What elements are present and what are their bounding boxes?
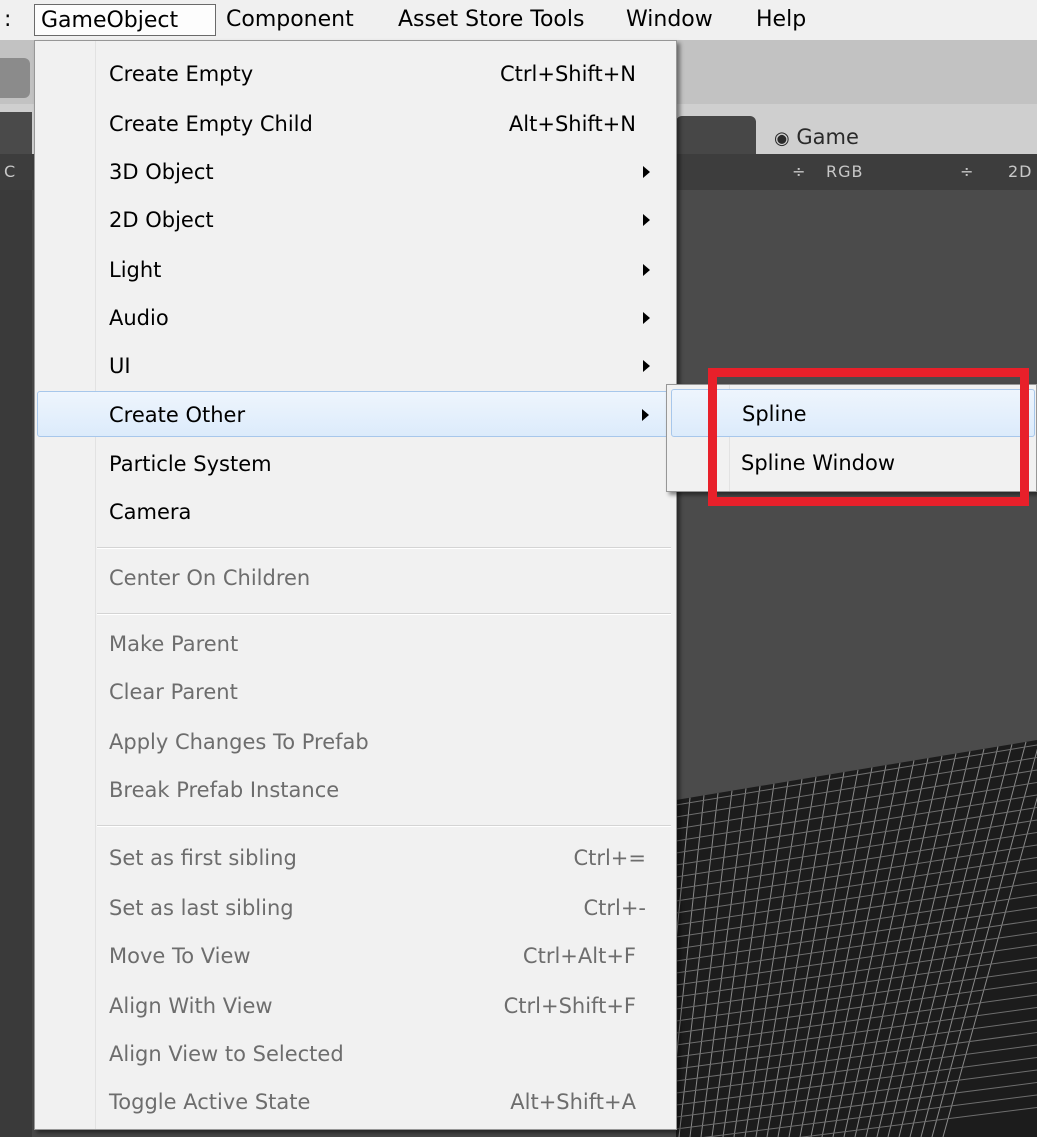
submenu-arrow-icon — [643, 360, 650, 372]
menu-item-label: Break Prefab Instance — [109, 778, 340, 802]
menu-item-set-last-sibling[interactable]: Set as last sibling Ctrl+- — [35, 885, 676, 931]
menu-item-label: Camera — [109, 500, 192, 524]
menu-item-label: Audio — [109, 306, 169, 330]
menu-item-make-parent[interactable]: Make Parent — [35, 621, 676, 667]
menubar-item-gameobject[interactable]: GameObject — [34, 4, 216, 36]
menubar-item-asset-store-tools[interactable]: Asset Store Tools — [398, 4, 584, 36]
menu-item-label: Toggle Active State — [109, 1090, 311, 1114]
menu-item-label: Create Other — [109, 403, 246, 427]
menu-item-label: Align With View — [109, 994, 273, 1018]
menu-item-create-empty[interactable]: Create Empty Ctrl+Shift+N — [35, 51, 676, 97]
menu-separator — [97, 547, 671, 549]
menu-item-shortcut: Alt+Shift+A — [510, 1090, 636, 1114]
submenu-arrow-icon — [643, 166, 650, 178]
menu-item-label: Particle System — [109, 452, 272, 476]
menu-item-shortcut: Alt+Shift+N — [508, 112, 636, 136]
menubar-item-component[interactable]: Component — [226, 4, 354, 36]
menu-item-apply-changes-to-prefab[interactable]: Apply Changes To Prefab — [35, 719, 676, 765]
menu-item-label: Clear Parent — [109, 680, 238, 704]
menu-item-3d-object[interactable]: 3D Object — [35, 149, 676, 195]
render-mode-rgb[interactable]: RGB — [826, 162, 864, 181]
tab-game[interactable]: ◉ Game — [756, 116, 1037, 154]
menu-item-light[interactable]: Light — [35, 247, 676, 293]
menu-item-create-empty-child[interactable]: Create Empty Child Alt+Shift+N — [35, 101, 676, 147]
hierarchy-panel — [0, 190, 32, 1137]
toggle-2d[interactable]: 2D — [1008, 162, 1033, 181]
menu-item-ui[interactable]: UI — [35, 343, 676, 389]
menu-item-camera[interactable]: Camera — [35, 489, 676, 535]
menu-item-clear-parent[interactable]: Clear Parent — [35, 669, 676, 715]
menu-item-label: Center On Children — [109, 566, 311, 590]
menu-item-label: 2D Object — [109, 208, 214, 232]
left-tab-letter: C — [4, 162, 17, 181]
spinner-icon: ÷ — [960, 162, 975, 181]
highlight-annotation-box — [708, 368, 1029, 506]
menu-item-label: Set as first sibling — [109, 846, 297, 870]
menu-bar: : GameObject Component Asset Store Tools… — [0, 0, 1037, 41]
menubar-item-window[interactable]: Window — [626, 4, 713, 36]
scene-viewport[interactable] — [676, 190, 1037, 1137]
submenu-arrow-icon — [642, 409, 649, 421]
scene-grid — [676, 740, 1037, 1137]
menu-separator — [97, 825, 671, 827]
toolbar-button[interactable] — [0, 58, 30, 98]
left-panel-tab[interactable] — [0, 112, 32, 154]
menu-item-label: Move To View — [109, 944, 251, 968]
menu-item-label: UI — [109, 354, 131, 378]
menu-item-shortcut: Ctrl+= — [573, 846, 646, 870]
menu-item-shortcut: Ctrl+- — [583, 896, 646, 920]
menu-item-label: Create Empty Child — [109, 112, 313, 136]
tab-game-label: Game — [796, 125, 859, 149]
menu-item-2d-object[interactable]: 2D Object — [35, 197, 676, 243]
menu-item-label: Apply Changes To Prefab — [109, 730, 369, 754]
menu-item-shortcut: Ctrl+Shift+F — [503, 994, 636, 1018]
gameobject-dropdown-menu: Create Empty Ctrl+Shift+N Create Empty C… — [34, 40, 677, 1130]
menu-item-audio[interactable]: Audio — [35, 295, 676, 341]
menu-item-label: Make Parent — [109, 632, 239, 656]
menu-item-center-on-children[interactable]: Center On Children — [35, 555, 676, 601]
menu-item-shortcut: Ctrl+Alt+F — [522, 944, 636, 968]
menu-item-align-view-to-selected[interactable]: Align View to Selected — [35, 1031, 676, 1077]
menu-item-align-with-view[interactable]: Align With View Ctrl+Shift+F — [35, 983, 676, 1029]
menu-item-move-to-view[interactable]: Move To View Ctrl+Alt+F — [35, 933, 676, 979]
menubar-item-help[interactable]: Help — [756, 4, 806, 36]
menu-item-label: Light — [109, 258, 162, 282]
menu-item-label: Set as last sibling — [109, 896, 294, 920]
menu-item-label: Align View to Selected — [109, 1042, 344, 1066]
submenu-arrow-icon — [643, 312, 650, 324]
submenu-arrow-icon — [643, 214, 650, 226]
menu-separator — [97, 613, 671, 615]
menu-item-create-other[interactable]: Create Other — [37, 391, 674, 437]
menu-item-label: Create Empty — [109, 62, 254, 86]
menu-item-label: 3D Object — [109, 160, 214, 184]
menu-item-break-prefab-instance[interactable]: Break Prefab Instance — [35, 767, 676, 813]
menu-item-shortcut: Ctrl+Shift+N — [500, 62, 636, 86]
menu-item-set-first-sibling[interactable]: Set as first sibling Ctrl+= — [35, 835, 676, 881]
tab-scene[interactable] — [676, 116, 756, 154]
menubar-item-assets-cut[interactable]: : — [4, 4, 11, 36]
menu-item-particle-system[interactable]: Particle System — [35, 441, 676, 487]
spinner-icon: ÷ — [792, 162, 807, 181]
submenu-arrow-icon — [643, 264, 650, 276]
menu-item-toggle-active-state[interactable]: Toggle Active State Alt+Shift+A — [35, 1079, 676, 1125]
